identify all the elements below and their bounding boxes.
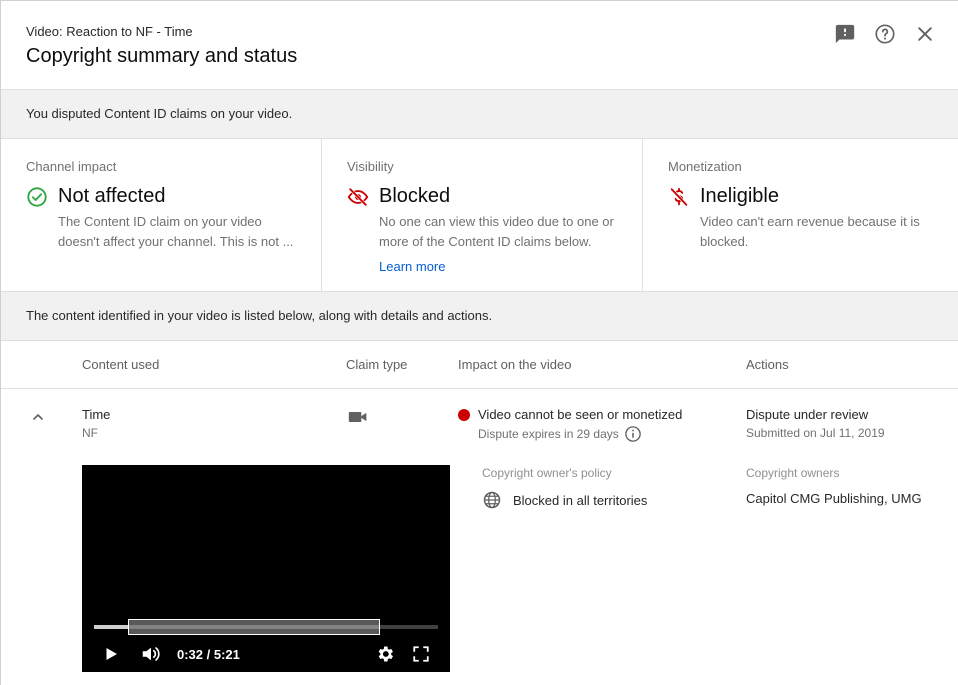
table-header: Content used Claim type Impact on the vi… bbox=[1, 341, 958, 389]
column-header-content: Content used bbox=[82, 357, 160, 372]
fullscreen-icon bbox=[413, 646, 429, 662]
help-button[interactable] bbox=[873, 22, 897, 46]
player-controls: 0:32 / 5:21 bbox=[82, 637, 450, 672]
card-head: Ineligible bbox=[668, 185, 934, 208]
help-icon bbox=[875, 24, 895, 44]
card-desc-line: blocked. bbox=[700, 234, 749, 249]
video-camera-icon bbox=[348, 409, 368, 428]
globe-icon bbox=[483, 491, 501, 509]
fullscreen-button[interactable] bbox=[410, 643, 432, 665]
card-label: Monetization bbox=[668, 159, 742, 174]
card-value: Blocked bbox=[379, 185, 451, 207]
video-subtitle: Video: Reaction to NF - Time bbox=[26, 24, 193, 39]
close-button[interactable] bbox=[913, 22, 937, 46]
close-icon bbox=[918, 27, 932, 41]
status-dot bbox=[458, 408, 470, 421]
dispute-expiry: Dispute expires in 29 days bbox=[478, 425, 642, 443]
time-display: 0:32 / 5:21 bbox=[177, 647, 240, 662]
dialog-header: Video: Reaction to NF - Time Copyright s… bbox=[1, 1, 958, 89]
card-desc-line: No one can view this video due to one or bbox=[379, 214, 614, 229]
impact-text: Video cannot be seen or monetized bbox=[478, 407, 683, 422]
card-desc-line: Video can't earn revenue because it is bbox=[700, 214, 920, 229]
table-row: Time NF Video cannot be seen or monetize… bbox=[1, 389, 958, 685]
play-button[interactable] bbox=[100, 643, 122, 665]
play-icon bbox=[106, 648, 117, 660]
column-header-impact: Impact on the video bbox=[458, 357, 572, 372]
settings-button[interactable] bbox=[374, 643, 396, 665]
card-desc-line: The Content ID claim on your video bbox=[58, 214, 262, 229]
dispute-expiry-text: Dispute expires in 29 days bbox=[478, 427, 619, 441]
learn-more-link[interactable]: Learn more bbox=[379, 259, 445, 274]
chevron-up-icon bbox=[33, 414, 43, 420]
header-actions bbox=[833, 22, 937, 46]
card-description: No one can view this video due to one or… bbox=[379, 212, 617, 252]
dialog-title: Copyright summary and status bbox=[26, 45, 298, 67]
card-value: Not affected bbox=[58, 185, 166, 207]
channel-impact-card: Channel impact Not affected The Content … bbox=[1, 139, 321, 291]
gear-icon bbox=[378, 646, 393, 662]
eye-off-icon bbox=[347, 186, 369, 208]
card-description: The Content ID claim on your video doesn… bbox=[58, 212, 296, 252]
feedback-button[interactable] bbox=[833, 22, 857, 46]
visibility-card: Visibility Blocked No one can view this … bbox=[321, 139, 642, 291]
content-title: Time bbox=[82, 407, 111, 422]
card-value: Ineligible bbox=[700, 185, 779, 207]
owners-label: Copyright owners bbox=[746, 466, 840, 480]
card-head: Not affected bbox=[26, 185, 296, 208]
monetization-card: Monetization Ineligible Video can't earn… bbox=[642, 139, 958, 291]
column-header-actions: Actions bbox=[746, 357, 789, 372]
feedback-icon bbox=[835, 24, 855, 44]
collapse-row-button[interactable] bbox=[28, 407, 48, 427]
card-head: Blocked bbox=[347, 185, 617, 208]
check-circle-icon bbox=[26, 186, 48, 208]
no-money-icon bbox=[668, 186, 690, 208]
card-description: Video can't earn revenue because it is b… bbox=[700, 212, 934, 252]
policy: Blocked in all territories bbox=[482, 490, 647, 510]
content-banner: The content identified in your video is … bbox=[1, 291, 958, 341]
card-label: Channel impact bbox=[26, 159, 117, 174]
content-artist: NF bbox=[82, 426, 98, 440]
card-desc-line: doesn't affect your channel. This is not… bbox=[58, 234, 294, 249]
info-icon[interactable] bbox=[624, 425, 642, 443]
card-label: Visibility bbox=[347, 159, 394, 174]
card-desc-line: more of the Content ID claims below. bbox=[379, 234, 592, 249]
video-player[interactable]: 0:32 / 5:21 bbox=[82, 465, 450, 672]
copyright-owners: Capitol CMG Publishing, UMG bbox=[746, 491, 922, 506]
progress-played bbox=[94, 625, 129, 629]
action-submitted-date: Submitted on Jul 11, 2019 bbox=[746, 426, 885, 440]
policy-text: Blocked in all territories bbox=[513, 492, 648, 508]
policy-label: Copyright owner's policy bbox=[482, 466, 612, 480]
copyright-dialog: Video: Reaction to NF - Time Copyright s… bbox=[0, 0, 958, 685]
impact-status: Video cannot be seen or monetized bbox=[458, 407, 682, 422]
column-header-claim-type: Claim type bbox=[346, 357, 408, 372]
dispute-banner: You disputed Content ID claims on your v… bbox=[1, 89, 958, 139]
volume-button[interactable] bbox=[140, 643, 162, 665]
action-status: Dispute under review bbox=[746, 407, 869, 422]
impact-cards: Channel impact Not affected The Content … bbox=[1, 139, 958, 291]
volume-icon bbox=[142, 647, 160, 661]
claimed-segment bbox=[128, 619, 380, 635]
